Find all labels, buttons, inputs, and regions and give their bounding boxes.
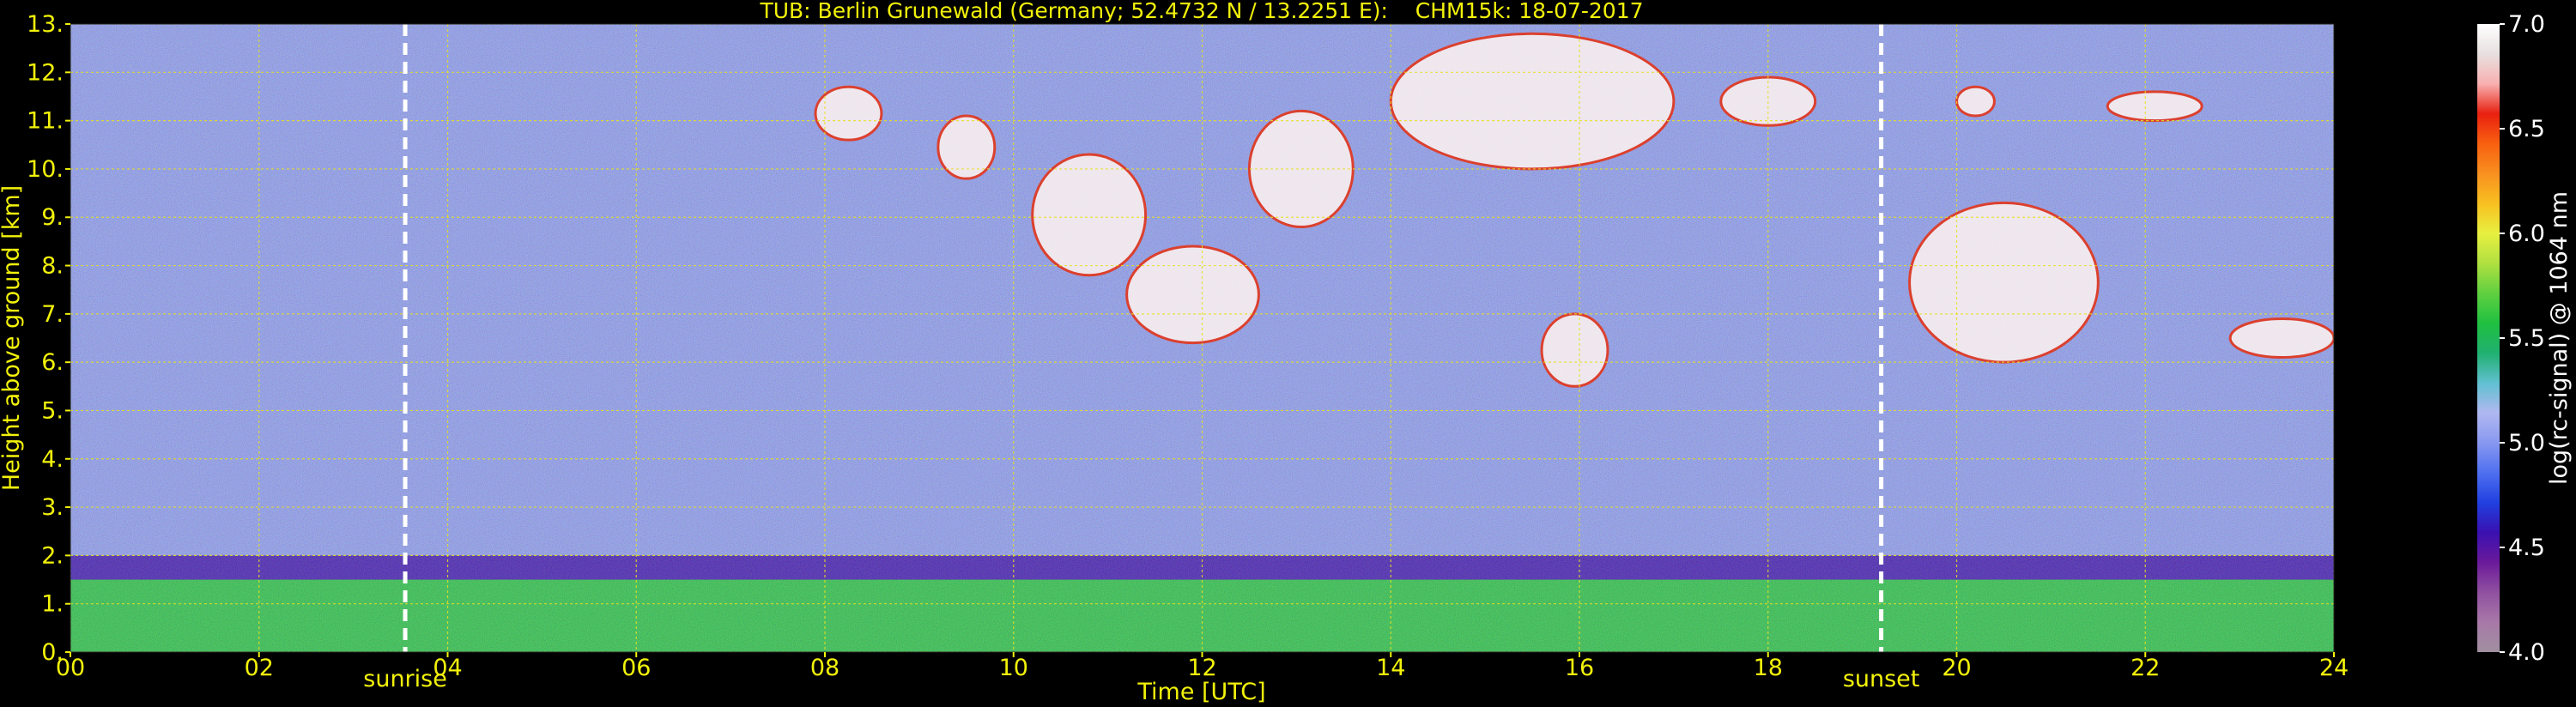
y-tick-label: 0. [41,639,64,666]
x-tick-label: 06 [621,655,651,681]
y-tick-label: 4. [41,446,64,473]
cloud-feature [1955,85,1996,118]
y-tick-label: 2. [41,542,64,569]
colorbar-gradient [2477,24,2500,652]
colorbar-tick-label: 5.5 [2508,325,2545,352]
x-tick-label: 20 [1942,655,1971,681]
ceilometer-plot: 00 02 04 06 08 10 12 14 16 18 20 22 24 0.1.2.3.4.5.6… [0,0,2576,707]
cloud-feature [1908,201,2100,364]
sunrise-label: sunrise [363,666,447,692]
x-tick-label: 08 [810,655,839,681]
colorbar-tick-label: 4.5 [2508,535,2545,561]
cloud-feature [1540,312,1609,388]
y-tick-label: 6. [41,349,64,376]
y-tick-label: 1. [41,591,64,618]
y-tick-label: 3. [41,494,64,521]
colorbar-tick-label: 7.0 [2508,11,2545,38]
y-tick-label: 11. [27,108,64,135]
colorbar-tick-label: 5.0 [2508,430,2545,456]
x-tick-label: 12 [1187,655,1216,681]
colorbar-tick-label: 6.0 [2508,221,2545,247]
y-tick-label: 13. [27,11,64,38]
plot-area [70,24,2334,652]
cloud-feature [1389,32,1676,171]
cloud-feature [1031,153,1148,277]
colorbar-tick-label: 6.5 [2508,116,2545,142]
x-axis-label: Time [UTC] [1136,679,1265,705]
sunset-label: sunset [1843,666,1920,692]
colorbar-tick-label: 4.0 [2508,639,2545,666]
x-tick-label: 24 [2319,655,2349,681]
cloud-feature [2106,90,2203,123]
y-tick-label: 9. [41,204,64,231]
x-tick-label: 14 [1376,655,1405,681]
cloud-feature [2228,317,2334,360]
y-tick-label: 10. [27,156,64,183]
y-tick-label: 5. [41,397,64,424]
y-axis-label: Height above ground [km] [0,185,25,491]
x-tick-label: 10 [999,655,1028,681]
y-tick-label: 12. [27,59,64,86]
x-tick-label: 18 [1754,655,1783,681]
colorbar-label: log(rc-signal) @ 1064 nm [2546,191,2573,485]
y-tick-label: 7. [41,301,64,328]
chart-title: TUB: Berlin Grunewald (Germany; 52.4732 … [759,0,1643,23]
x-tick-label: 22 [2131,655,2160,681]
x-tick-label: 16 [1565,655,1594,681]
cloud-feature [1125,245,1260,345]
x-tick-label: 02 [245,655,274,681]
y-tick-label: 8. [41,253,64,280]
